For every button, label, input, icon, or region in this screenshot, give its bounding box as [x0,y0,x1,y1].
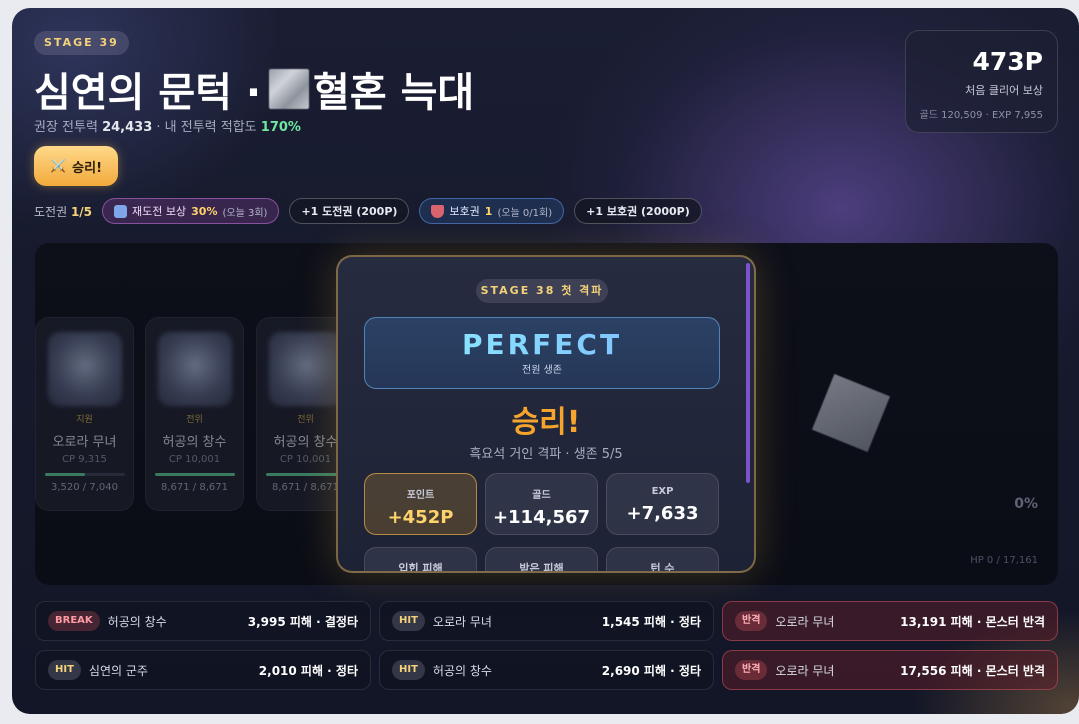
unit-hp-bar [44,473,125,476]
win-description: 흑요석 거인 격파 · 생존 5/5 [469,447,623,462]
shield-label: 보호권 [449,205,480,218]
unit-portrait [157,332,232,406]
log-badge: HIT [392,660,425,680]
rec-label: 권장 전투력 [34,120,98,135]
stage-tag: STAGE 39 [34,31,129,55]
unit-cp: CP 9,315 [62,454,107,465]
unit-hp: 8,671 / 8,671 [161,482,228,493]
page-title: 심연의 문턱 · 혈혼 늑대 [34,60,474,118]
ticket-label: 도전권 [34,204,68,219]
stat-label: 골드 [532,490,551,501]
retry-pct: 30% [191,204,218,218]
log-badge: HIT [48,660,81,680]
my-label: · 내 전투력 적합도 [156,120,257,135]
log-unit: 허공의 창수 [432,663,492,678]
first-clear-reward: 473P 처음 클리어 보상 골드 120,509 · EXP 7,955 [905,30,1058,133]
exp-stat: EXP +7,633 [606,473,719,535]
log-badge: BREAK [48,611,100,631]
log-entry: HIT 허공의 창수 2,690 피해 · 정타 [379,650,714,690]
log-entry: BREAK 허공의 창수 3,995 피해 · 결정타 [35,601,371,641]
log-damage: 13,191 피해 · 몬스터 반격 [900,614,1045,629]
stage-panel: STAGE 39 심연의 문턱 · 혈혼 늑대 권장 전투력 24,433 · … [12,8,1079,714]
log-unit: 오로라 무녀 [775,663,835,678]
log-unit: 오로라 무녀 [432,614,492,629]
unit-hp-bar [265,473,346,476]
unit-portrait [47,332,122,406]
stat-value: +452P [387,507,454,528]
shield-icon [431,204,445,218]
perfect-sub: 전원 생존 [522,365,562,376]
stat-label: 받은 피해 [519,562,564,573]
buy-shield-button[interactable]: +1 보호권 (2000P) [574,198,702,224]
shield-chip[interactable]: 보호권 1 (오늘 0/1회) [419,198,565,224]
retry-note: (오늘 3회) [222,207,268,219]
log-damage: 3,995 피해 · 결정타 [247,614,358,629]
victory-button[interactable]: ⚔️ 승리! [34,146,118,186]
unit-card[interactable]: 전위 허공의 창수 CP 10,001 8,671 / 8,671 [145,317,244,511]
monster-hp-text: HP 0 / 17,161 [970,555,1038,566]
reward-label: 처음 클리어 보상 [965,84,1043,97]
log-damage: 2,010 피해 · 정타 [258,663,358,678]
log-entry: 반격 오로라 무녀 13,191 피해 · 몬스터 반격 [722,601,1058,641]
dealt-damage-stat: 입힌 피해 [364,547,477,573]
fit-value: 170% [260,120,301,135]
buy-ticket-button[interactable]: +1 도전권 (200P) [289,198,410,224]
shield-count: 1 [484,204,493,218]
unit-hp: 3,520 / 7,040 [51,482,118,493]
retry-label: 재도전 보상 [132,205,187,218]
unit-role: 지원 [76,415,93,425]
unit-cp: CP 10,001 [168,454,221,465]
reward-points: 473P [972,47,1043,76]
log-damage: 2,690 피해 · 정타 [601,663,701,678]
log-badge: HIT [392,611,425,631]
stat-value: +114,567 [492,507,591,528]
log-badge: 반격 [735,660,768,680]
title-area: 심연의 문턱 · [34,70,262,116]
swords-icon: ⚔️ [49,158,67,174]
rec-value: 24,433 [102,120,153,135]
shield-note: (오늘 0/1회) [497,207,553,219]
unit-name: 허공의 창수 [162,435,227,450]
victory-label: 승리! [72,160,103,176]
monster-thumbnail-icon [269,69,310,109]
ticket-row: 도전권 1/5 재도전 보상 30% (오늘 3회) +1 도전권 (200P)… [34,198,702,224]
stat-value: +7,633 [626,503,699,524]
log-entry: HIT 심연의 군주 2,010 피해 · 정타 [35,650,371,690]
unit-role: 전위 [186,415,203,425]
log-badge: 반격 [735,611,768,631]
log-entry: HIT 오로라 무녀 1,545 피해 · 정타 [379,601,714,641]
unit-hp-bar [154,473,235,476]
ticket-count: 도전권 1/5 [34,203,92,220]
stat-label: EXP [651,486,674,497]
log-unit: 오로라 무녀 [775,614,835,629]
gold-stat: 골드 +114,567 [485,473,598,535]
power-summary: 권장 전투력 24,433 · 내 전투력 적합도 170% [34,116,301,135]
stat-label: 포인트 [406,490,435,501]
modal-stage-tag: STAGE 38 첫 격파 [476,279,608,303]
win-text: 승리! [511,405,581,440]
log-damage: 1,545 피해 · 정타 [601,614,701,629]
unit-name: 오로라 무녀 [52,435,117,450]
title-monster: 혈혼 늑대 [313,70,475,116]
monster-hp-percent: 0% [1014,496,1038,512]
log-unit: 심연의 군주 [88,663,148,678]
unit-portrait [268,332,343,406]
unit-card[interactable]: 지원 오로라 무녀 CP 9,315 3,520 / 7,040 [35,317,134,511]
perfect-text: PERFECT [365,328,719,361]
monster-sprite [811,373,891,453]
taken-damage-stat: 받은 피해 [485,547,598,573]
retry-icon [114,204,128,218]
log-entry: 반격 오로라 무녀 17,556 피해 · 몬스터 반격 [722,650,1058,690]
log-unit: 허공의 창수 [107,614,167,629]
points-stat: 포인트 +452P [364,473,477,535]
reward-detail: 골드 120,509 · EXP 7,955 [919,110,1043,121]
stat-label: 턴 수 [650,562,675,573]
turns-stat: 턴 수 [606,547,719,573]
retry-reward-chip[interactable]: 재도전 보상 30% (오늘 3회) [102,198,280,224]
stat-label: 입힌 피해 [398,562,443,573]
result-modal: STAGE 38 첫 격파 PERFECT 전원 생존 승리! 흑요석 거인 격… [336,255,756,573]
log-damage: 17,556 피해 · 몬스터 반격 [900,663,1045,678]
ticket-count-value: 1/5 [70,204,93,219]
perfect-banner: PERFECT 전원 생존 [364,317,720,389]
